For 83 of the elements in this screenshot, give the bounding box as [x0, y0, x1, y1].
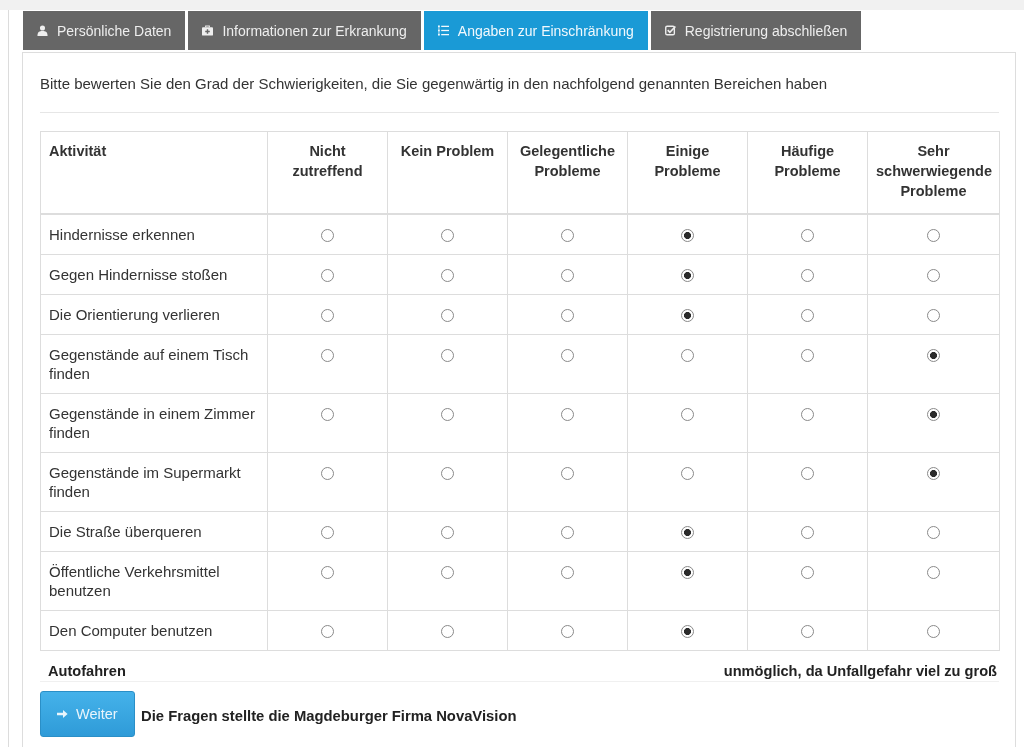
table-cell: Öffentliche Verkehrsmittel benutzen [40, 551, 268, 611]
radio-button[interactable] [681, 625, 694, 638]
radio-button[interactable] [321, 566, 334, 579]
column-header: Einige Probleme [627, 131, 748, 214]
tab[interactable]: Informationen zur Erkrankung [188, 11, 421, 50]
table-cell: Gegenstände in einem Zimmer finden [40, 393, 268, 453]
tab[interactable]: Angaben zur Einschränkung [423, 11, 648, 50]
radio-button[interactable] [681, 408, 694, 421]
radio-button[interactable] [561, 467, 574, 480]
radio-button[interactable] [927, 229, 940, 242]
radio-button[interactable] [927, 566, 940, 579]
radio-button[interactable] [441, 349, 454, 362]
medical-kit-icon [202, 25, 214, 36]
radio-button[interactable] [441, 309, 454, 322]
table-cell: Gegen Hindernisse stoßen [40, 254, 268, 295]
radio-button[interactable] [441, 269, 454, 282]
arrow-right-icon [57, 709, 68, 719]
radio-button[interactable] [561, 349, 574, 362]
radio-button[interactable] [801, 566, 814, 579]
radio-button[interactable] [681, 349, 694, 362]
tab[interactable]: Persönliche Daten [23, 11, 186, 50]
table-cell: Gegenstände im Supermarkt finden [40, 452, 268, 512]
user-icon [37, 25, 48, 36]
column-header: Häufige Probleme [747, 131, 868, 214]
radio-button[interactable] [441, 566, 454, 579]
table-cell: Den Computer benutzen [40, 610, 268, 651]
radio-button[interactable] [927, 625, 940, 638]
radio-button[interactable] [927, 269, 940, 282]
credit-text: Die Fragen stellte die Magdeburger Firma NovaVision [141, 708, 517, 724]
radio-button[interactable] [321, 349, 334, 362]
radio-button[interactable] [441, 408, 454, 421]
radio-button[interactable] [927, 467, 940, 480]
column-header: Kein Problem [387, 131, 508, 214]
radio-button[interactable] [561, 526, 574, 539]
radio-button[interactable] [321, 309, 334, 322]
table-cell: Die Orientierung verlieren [40, 294, 268, 335]
table-cell: Hindernisse erkennen [40, 214, 268, 255]
radio-button[interactable] [321, 229, 334, 242]
radio-button[interactable] [927, 309, 940, 322]
radio-button[interactable] [561, 269, 574, 282]
table-cell: Gegenstände auf einem Tisch finden [40, 334, 268, 394]
radio-button[interactable] [561, 229, 574, 242]
radio-button[interactable] [441, 526, 454, 539]
radio-button[interactable] [927, 526, 940, 539]
radio-button[interactable] [561, 625, 574, 638]
radio-button[interactable] [681, 566, 694, 579]
activity-label: Autofahren [48, 662, 126, 679]
radio-button[interactable] [561, 566, 574, 579]
radio-button[interactable] [561, 309, 574, 322]
radio-button[interactable] [681, 269, 694, 282]
radio-button[interactable] [681, 526, 694, 539]
column-header: Aktivität [40, 131, 268, 214]
radio-button[interactable] [681, 229, 694, 242]
checkbox-icon [664, 25, 676, 36]
radio-button[interactable] [801, 526, 814, 539]
radio-button[interactable] [321, 526, 334, 539]
table-cell: Die Straße überqueren [40, 511, 268, 552]
radio-button[interactable] [801, 269, 814, 282]
radio-button[interactable] [561, 408, 574, 421]
radio-button[interactable] [801, 467, 814, 480]
tab[interactable]: Registrierung abschließen [650, 11, 862, 50]
radio-button[interactable] [927, 408, 940, 421]
radio-button[interactable] [321, 467, 334, 480]
radio-button[interactable] [801, 408, 814, 421]
radio-button[interactable] [441, 229, 454, 242]
radio-button[interactable] [801, 625, 814, 638]
radio-button[interactable] [681, 467, 694, 480]
radio-button[interactable] [801, 309, 814, 322]
column-header: Sehr schwerwiegende Probleme [867, 131, 1000, 214]
list-icon [437, 25, 449, 36]
radio-button[interactable] [927, 349, 940, 362]
column-header: Nicht zutreffend [267, 131, 388, 214]
column-header: Gelegentliche Probleme [507, 131, 628, 214]
radio-button[interactable] [321, 408, 334, 421]
radio-button[interactable] [321, 625, 334, 638]
radio-button[interactable] [441, 467, 454, 480]
radio-button[interactable] [681, 309, 694, 322]
radio-button[interactable] [801, 229, 814, 242]
radio-button[interactable] [801, 349, 814, 362]
note-text: unmöglich, da Unfallgefahr viel zu groß [723, 662, 997, 679]
radio-button[interactable] [321, 269, 334, 282]
radio-button[interactable] [441, 625, 454, 638]
instruction-text: Bitte bewerten Sie den Grad der Schwierigkeiten, die Sie gegenwärtig in den nachfolgend genannten Bereichen haben [40, 74, 829, 94]
